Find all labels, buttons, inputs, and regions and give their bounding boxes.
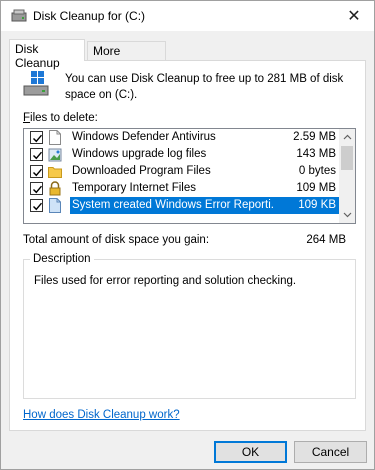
item-size: 0 bytes <box>298 165 336 177</box>
help-link[interactable]: How does Disk Cleanup work? <box>23 409 180 421</box>
chevron-down-icon <box>343 212 351 218</box>
window-title: Disk Cleanup for (C:) <box>33 9 146 23</box>
item-size: 143 MB <box>296 148 336 160</box>
item-name: System created Windows Error Reporti... <box>70 197 274 214</box>
cancel-button[interactable]: Cancel <box>294 441 367 463</box>
item-name: Windows Defender Antivirus <box>72 131 216 143</box>
image-file-icon <box>48 148 62 162</box>
drive-icon <box>11 9 27 22</box>
item-size: 2.59 MB <box>293 131 336 143</box>
list-item[interactable]: Windows Defender Antivirus 2.59 MB <box>24 129 339 146</box>
description-legend: Description <box>30 253 94 265</box>
list-item[interactable]: Windows upgrade log files 143 MB <box>24 146 339 163</box>
files-label-accesskey: F <box>23 112 31 124</box>
ok-button[interactable]: OK <box>214 441 287 463</box>
total-space-value: 264 MB <box>306 234 346 246</box>
item-size: 109 KB <box>274 197 339 214</box>
files-list[interactable]: Windows Defender Antivirus 2.59 MB Windo… <box>23 128 356 224</box>
description-text: Files used for error reporting and solut… <box>34 275 297 287</box>
item-checkbox[interactable] <box>30 148 43 161</box>
total-space-label: Total amount of disk space you gain: <box>23 234 210 246</box>
item-name: Temporary Internet Files <box>72 182 196 194</box>
file-icon <box>49 130 61 145</box>
item-name: Downloaded Program Files <box>72 165 211 177</box>
item-checkbox[interactable] <box>30 131 43 144</box>
item-checkbox[interactable] <box>30 199 43 212</box>
chevron-up-icon <box>343 134 351 140</box>
tab-disk-cleanup[interactable]: Disk Cleanup <box>9 39 85 70</box>
files-label-rest: iles to delete: <box>30 112 98 124</box>
disk-cleanup-panel: You can use Disk Cleanup to free up to 2… <box>9 60 366 431</box>
lock-icon <box>49 181 61 196</box>
tab-strip: Disk Cleanup More Options <box>9 39 366 72</box>
item-size: 109 MB <box>296 182 336 194</box>
folder-icon <box>48 167 62 178</box>
item-checkbox[interactable] <box>30 165 43 178</box>
tab-more-options[interactable]: More Options <box>87 41 166 72</box>
list-item[interactable]: Temporary Internet Files 109 MB <box>24 180 339 197</box>
list-scrollbar[interactable] <box>339 129 355 223</box>
item-name: Windows upgrade log files <box>72 148 207 160</box>
scroll-thumb[interactable] <box>341 146 353 170</box>
scroll-up-button[interactable] <box>339 129 355 145</box>
disk-cleanup-window: Disk Cleanup for (C:) ✕ Disk Cleanup Mor… <box>0 0 375 470</box>
disk-cleanup-icon <box>23 71 49 96</box>
scroll-down-button[interactable] <box>339 207 355 223</box>
title-bar: Disk Cleanup for (C:) ✕ <box>1 1 374 31</box>
list-item[interactable]: Downloaded Program Files 0 bytes <box>24 163 339 180</box>
list-item-selected[interactable]: System created Windows Error Reporti... … <box>24 197 339 214</box>
item-checkbox[interactable] <box>30 182 43 195</box>
close-icon: ✕ <box>347 8 361 25</box>
description-group: Description Files used for error reporti… <box>23 253 356 399</box>
close-button[interactable]: ✕ <box>334 1 374 31</box>
intro-message: You can use Disk Cleanup to free up to 2… <box>65 73 344 101</box>
file-icon <box>49 198 61 213</box>
files-to-delete-label: Files to delete: <box>23 112 98 124</box>
